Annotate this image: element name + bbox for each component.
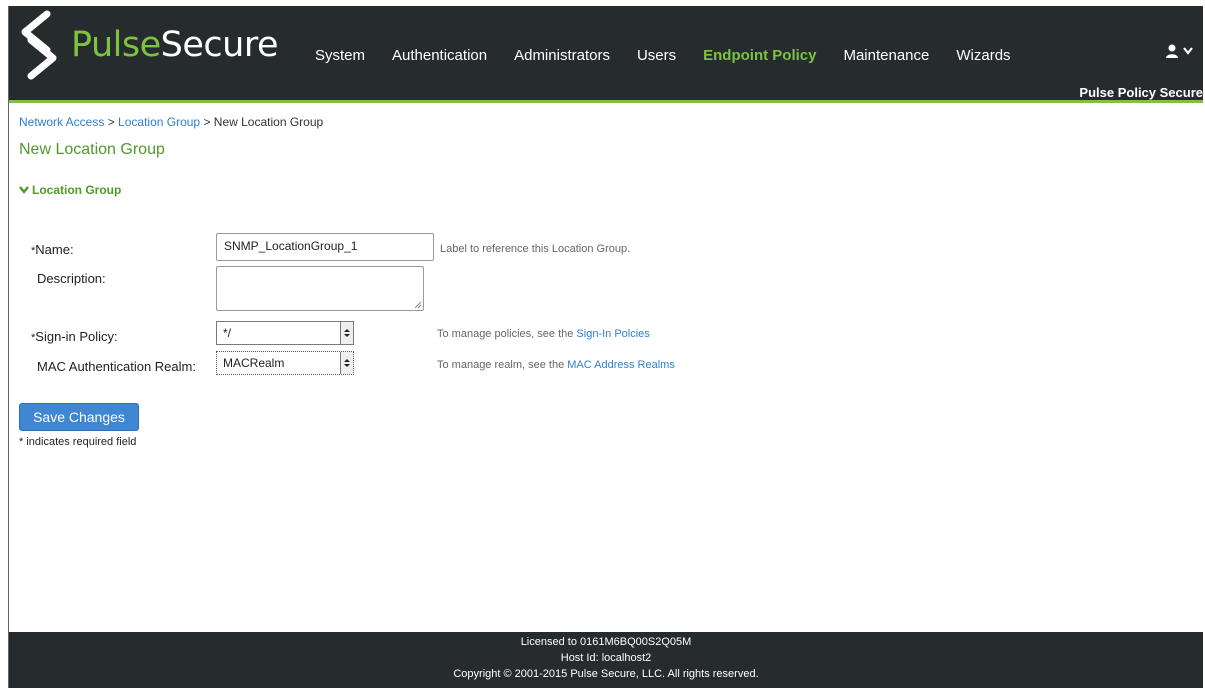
dropdown-arrow-icon xyxy=(340,322,353,344)
chevron-down-icon xyxy=(19,186,29,194)
signin-policy-label-text: Sign-in Policy: xyxy=(35,329,118,344)
nav-system[interactable]: System xyxy=(315,47,365,64)
brand-pulse: Pulse xyxy=(71,24,161,65)
footer: Licensed to 0161M6BQ00S2Q05M Host Id: lo… xyxy=(9,632,1203,688)
mac-realm-label: MAC Authentication Realm: xyxy=(37,359,196,374)
signin-policy-value: */ xyxy=(223,326,232,340)
chevron-down-icon xyxy=(1183,47,1193,55)
section-toggle[interactable]: Location Group xyxy=(19,183,121,197)
breadcrumb-location-group[interactable]: Location Group xyxy=(118,115,200,129)
mac-realm-hint: To manage realm, see the MAC Address Rea… xyxy=(437,359,675,371)
brand-logo[interactable]: PulseSecure xyxy=(17,9,279,81)
signin-policy-hint-text: To manage policies, see the xyxy=(437,328,577,340)
signin-policy-label: *Sign-in Policy: xyxy=(31,329,118,344)
main-nav: System Authentication Administrators Use… xyxy=(315,47,1038,64)
user-icon xyxy=(1166,44,1178,58)
nav-authentication[interactable]: Authentication xyxy=(392,47,487,64)
name-hint: Label to reference this Location Group. xyxy=(440,243,631,255)
brand-secure: Secure xyxy=(160,24,279,65)
nav-wizards[interactable]: Wizards xyxy=(956,47,1010,64)
signin-policy-hint: To manage policies, see the Sign-In Polc… xyxy=(437,328,650,340)
nav-users[interactable]: Users xyxy=(637,47,676,64)
footer-license: Licensed to 0161M6BQ00S2Q05M xyxy=(520,636,692,648)
footer-host-id: Host Id: localhost2 xyxy=(560,652,652,664)
nav-maintenance[interactable]: Maintenance xyxy=(843,47,929,64)
product-name: Pulse Policy Secure xyxy=(1079,85,1203,100)
header: PulseSecure System Authentication Admini… xyxy=(9,6,1203,103)
breadcrumb: Network Access > Location Group > New Lo… xyxy=(19,115,323,129)
name-input[interactable]: SNMP_LocationGroup_1 xyxy=(216,233,434,261)
dropdown-arrow-icon xyxy=(340,352,353,374)
name-label-text: Name: xyxy=(35,242,74,257)
description-textarea[interactable] xyxy=(216,266,424,311)
breadcrumb-separator: > xyxy=(200,115,214,129)
nav-administrators[interactable]: Administrators xyxy=(514,47,610,64)
breadcrumb-current: New Location Group xyxy=(213,115,324,129)
mac-address-realms-link[interactable]: MAC Address Realms xyxy=(567,359,675,371)
required-field-note: * indicates required field xyxy=(19,436,137,448)
breadcrumb-network-access[interactable]: Network Access xyxy=(19,115,104,129)
breadcrumb-separator: > xyxy=(104,115,119,129)
signin-policies-link[interactable]: Sign-In Polcies xyxy=(576,328,649,340)
section-title: Location Group xyxy=(32,183,122,197)
footer-copyright: Copyright © 2001-2015 Pulse Secure, LLC.… xyxy=(453,668,759,680)
signin-policy-select[interactable]: */ xyxy=(216,321,354,345)
app-frame: PulseSecure System Authentication Admini… xyxy=(8,6,1203,688)
name-label: *Name: xyxy=(31,242,74,257)
mac-realm-hint-text: To manage realm, see the xyxy=(437,359,568,371)
save-changes-button[interactable]: Save Changes xyxy=(19,403,139,431)
brand-wordmark: PulseSecure xyxy=(71,24,279,65)
mac-realm-select[interactable]: MACRealm xyxy=(216,351,354,375)
header-divider xyxy=(9,100,1203,103)
user-menu[interactable] xyxy=(1165,44,1193,58)
page-title: New Location Group xyxy=(19,141,165,158)
resize-handle-icon[interactable] xyxy=(414,301,422,309)
mac-realm-value: MACRealm xyxy=(223,356,285,370)
nav-endpoint-policy[interactable]: Endpoint Policy xyxy=(703,47,816,64)
description-label: Description: xyxy=(37,271,106,286)
pulse-logo-icon xyxy=(21,10,57,80)
